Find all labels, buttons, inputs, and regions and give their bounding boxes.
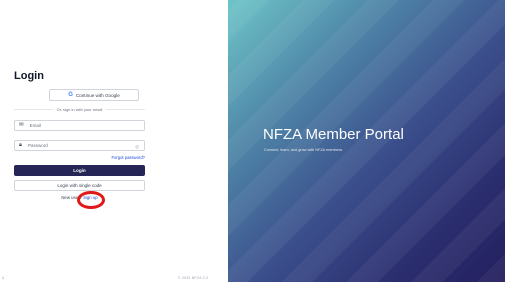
login-panel: Login G Continue with Google Or, sign in… — [0, 0, 228, 282]
highlight-circle — [77, 191, 105, 209]
footer-copyright: © 2025 NFZA 2.0 — [178, 276, 209, 280]
portal-title: NFZA Member Portal — [263, 126, 404, 143]
email-input[interactable] — [23, 123, 144, 128]
email-divider: Or, sign in with your email — [14, 105, 146, 113]
eye-icon[interactable]: ◎ — [135, 144, 139, 150]
divider-line-left — [14, 108, 53, 110]
google-icon: G — [68, 92, 73, 98]
password-field-wrapper: 🔒︎ ◎ — [14, 140, 145, 151]
hero-panel: NFZA Member Portal Connect, learn, and g… — [228, 0, 505, 282]
password-input[interactable] — [21, 143, 144, 148]
google-button-label: Continue with Google — [75, 92, 120, 98]
continue-with-google-button[interactable]: G Continue with Google — [49, 89, 139, 101]
login-title: Login — [14, 70, 44, 82]
footer-left-text: 1 — [2, 276, 4, 280]
forgot-password-link[interactable]: Forgot password? — [111, 155, 145, 160]
login-with-single-code-button[interactable]: Login with single code — [14, 180, 145, 191]
portal-subtitle: Connect, learn, and grow with NFZA membe… — [264, 148, 343, 152]
divider-text: Or, sign in with your email — [56, 106, 103, 112]
email-field-wrapper: ✉ — [14, 120, 145, 131]
login-button[interactable]: Login — [14, 165, 145, 176]
divider-line-right — [106, 108, 146, 110]
